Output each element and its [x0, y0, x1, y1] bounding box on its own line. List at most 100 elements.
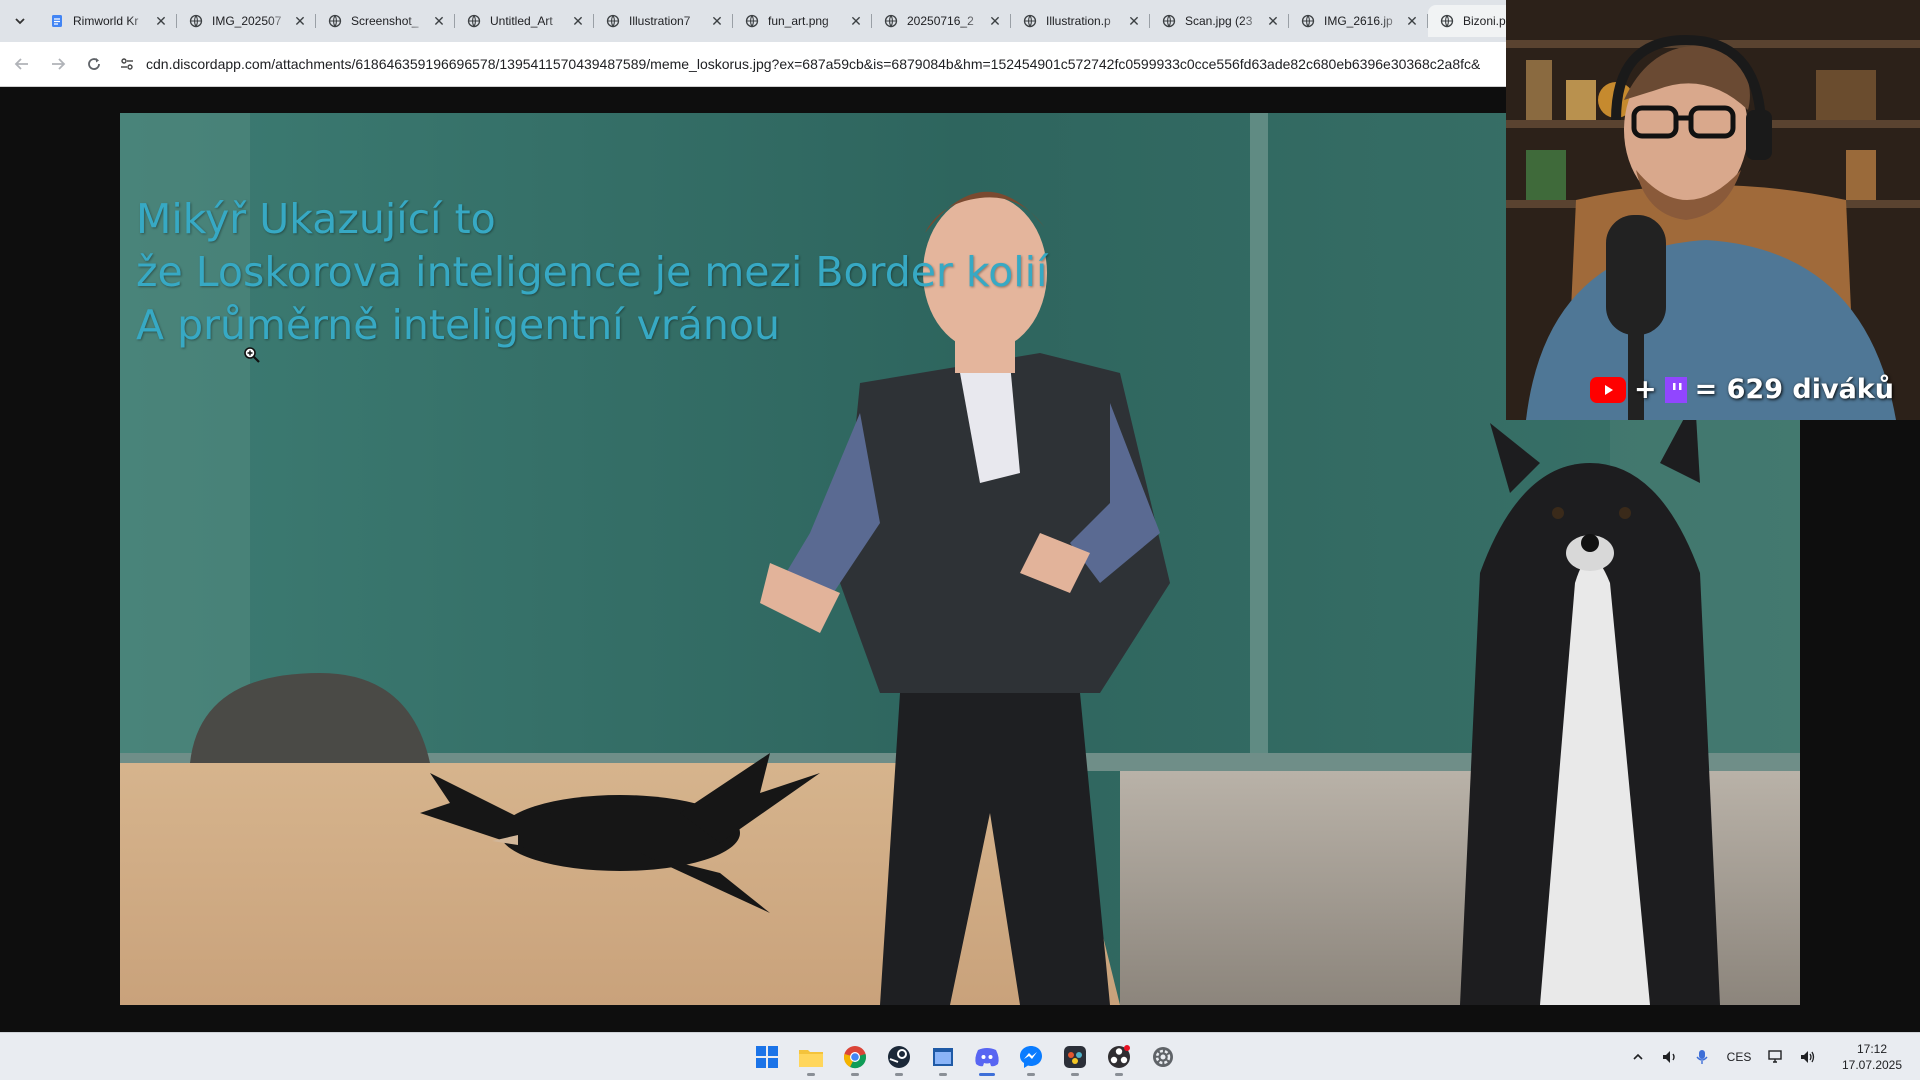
close-icon[interactable]: ✕	[1126, 13, 1142, 29]
tab-search-chevron-icon[interactable]	[10, 11, 30, 31]
microphone-icon[interactable]	[1686, 1033, 1718, 1080]
input-language[interactable]: CES	[1718, 1033, 1760, 1080]
running-indicator	[1027, 1073, 1035, 1076]
windows-start-icon	[755, 1045, 779, 1069]
viewer-plus: +	[1634, 374, 1657, 405]
tab-strip: Rimworld Kr ✕ IMG_202507 ✕ Screenshot_ ✕ Untit…	[0, 0, 1506, 42]
discord-icon	[974, 1046, 1000, 1068]
settings-taskbar-button[interactable]	[1141, 1035, 1185, 1079]
close-icon[interactable]: ✕	[1404, 13, 1420, 29]
discord-taskbar-button[interactable]	[965, 1035, 1009, 1079]
globe-icon	[467, 14, 481, 28]
forward-button[interactable]	[44, 50, 72, 78]
browser-tab[interactable]: IMG_2616.jp ✕	[1289, 5, 1428, 37]
clock-date: 17.07.2025	[1841, 1058, 1903, 1072]
clock-time: 17:12	[1856, 1042, 1888, 1056]
running-indicator	[895, 1073, 903, 1076]
messenger-icon	[1019, 1045, 1043, 1069]
reload-icon	[88, 58, 100, 70]
browser-tab[interactable]: IMG_202507 ✕	[177, 5, 316, 37]
obs-taskbar-button[interactable]	[1097, 1035, 1141, 1079]
browser-tab[interactable]: Bizoni.pn	[1428, 5, 1506, 37]
reload-button[interactable]	[80, 50, 108, 78]
tab-title: fun_art.png	[768, 14, 829, 28]
running-indicator	[1071, 1073, 1079, 1076]
network-icon[interactable]	[1760, 1033, 1792, 1080]
chrome-icon	[843, 1045, 867, 1069]
tab-title: Untitled_Art	[490, 14, 553, 28]
messenger-taskbar-button[interactable]	[1009, 1035, 1053, 1079]
document-icon	[50, 14, 64, 28]
youtube-icon	[1590, 376, 1626, 403]
running-indicator	[939, 1073, 947, 1076]
viewer-count: + = 629 diváků	[1590, 374, 1894, 405]
browser-tab[interactable]: Illustration.p ✕	[1011, 5, 1150, 37]
back-button[interactable]	[8, 50, 36, 78]
obs-icon	[1107, 1045, 1131, 1069]
globe-icon	[1301, 14, 1315, 28]
volume-icon[interactable]	[1792, 1033, 1824, 1080]
site-info-icon[interactable]	[116, 53, 138, 75]
steam-taskbar-button[interactable]	[877, 1035, 921, 1079]
globe-icon	[745, 14, 759, 28]
speaker-icon[interactable]	[1654, 1033, 1686, 1080]
running-indicator	[1115, 1073, 1123, 1076]
webcam-overlay: + = 629 diváků	[1506, 0, 1920, 420]
windows-start-taskbar-button[interactable]	[745, 1035, 789, 1079]
close-icon[interactable]: ✕	[987, 13, 1003, 29]
close-icon[interactable]: ✕	[848, 13, 864, 29]
twitch-icon	[1664, 376, 1687, 403]
close-icon[interactable]: ✕	[431, 13, 447, 29]
zoom-in-cursor-icon	[244, 347, 260, 363]
file-explorer-icon	[798, 1046, 824, 1068]
browser-tab[interactable]: 20250716_2 ✕	[872, 5, 1011, 37]
chrome-taskbar-button[interactable]	[833, 1035, 877, 1079]
browser-tab[interactable]: Rimworld Kr ✕	[38, 5, 177, 37]
browser-tab[interactable]: Scan.jpg (23 ✕	[1150, 5, 1289, 37]
close-icon[interactable]: ✕	[292, 13, 308, 29]
running-indicator	[851, 1073, 859, 1076]
globe-icon	[328, 14, 342, 28]
address-bar[interactable]: cdn.discordapp.com/attachments/618646359…	[116, 48, 1506, 80]
show-hidden-icons-chevron-icon[interactable]	[1622, 1033, 1654, 1080]
settings-icon	[1151, 1045, 1175, 1069]
running-indicator	[979, 1073, 995, 1076]
tab-title: Bizoni.pn	[1463, 14, 1506, 28]
screen: Rimworld Kr ✕ IMG_202507 ✕ Screenshot_ ✕ Untit…	[0, 0, 1920, 1080]
globe-icon	[1023, 14, 1037, 28]
davinci-resolve-taskbar-button[interactable]	[1053, 1035, 1097, 1079]
close-icon[interactable]: ✕	[570, 13, 586, 29]
tab-title: IMG_2616.jp	[1324, 14, 1393, 28]
meme-caption: Mikýř Ukazující to že Loskorova inteligen…	[136, 193, 1047, 352]
close-icon[interactable]: ✕	[1265, 13, 1281, 29]
running-indicator	[807, 1073, 815, 1076]
app-window-taskbar-button[interactable]	[921, 1035, 965, 1079]
arrow-right-icon	[52, 58, 66, 70]
clock[interactable]: 17:12 17.07.2025	[1824, 1041, 1920, 1073]
windows-taskbar: CES 17:12 17.07.2025	[0, 1032, 1920, 1080]
close-icon[interactable]: ✕	[709, 13, 725, 29]
globe-icon	[1162, 14, 1176, 28]
browser-toolbar: cdn.discordapp.com/attachments/618646359…	[0, 42, 1506, 87]
browser-tab[interactable]: fun_art.png ✕	[733, 5, 872, 37]
globe-icon	[1440, 14, 1454, 28]
tab-title: 20250716_2	[907, 14, 974, 28]
tab-title: Rimworld Kr	[73, 14, 139, 28]
meme-caption-line: A průměrně inteligentní vránou	[136, 301, 780, 349]
arrow-left-icon	[14, 58, 28, 70]
globe-icon	[189, 14, 203, 28]
close-icon[interactable]: ✕	[153, 13, 169, 29]
globe-icon	[884, 14, 898, 28]
tab-title: Illustration.p	[1046, 14, 1111, 28]
steam-icon	[887, 1045, 911, 1069]
browser-tab[interactable]: Illustration7 ✕	[594, 5, 733, 37]
browser-tab[interactable]: Screenshot_ ✕	[316, 5, 455, 37]
davinci-resolve-icon	[1063, 1045, 1087, 1069]
system-tray: CES 17:12 17.07.2025	[1622, 1033, 1920, 1080]
tab-title: Scan.jpg (23	[1185, 14, 1253, 28]
file-explorer-taskbar-button[interactable]	[789, 1035, 833, 1079]
tab-title: Illustration7	[629, 14, 691, 28]
tab-title: IMG_202507	[212, 14, 282, 28]
app-window-icon	[932, 1047, 954, 1067]
browser-tab[interactable]: Untitled_Art ✕	[455, 5, 594, 37]
